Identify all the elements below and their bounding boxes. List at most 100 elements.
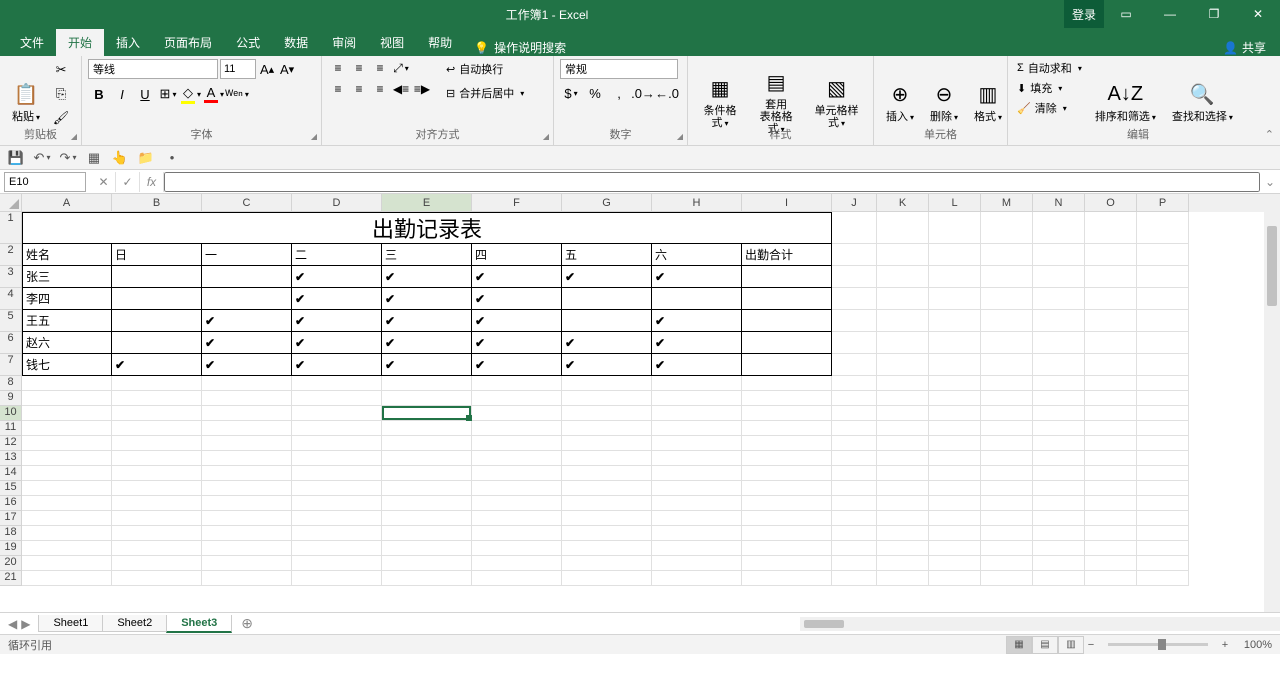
- percent-button[interactable]: %: [584, 82, 606, 104]
- cell-F15[interactable]: [472, 481, 562, 496]
- cell-C17[interactable]: [202, 511, 292, 526]
- cell-J11[interactable]: [832, 421, 877, 436]
- number-format-select[interactable]: [560, 59, 678, 79]
- cell-E8[interactable]: [382, 376, 472, 391]
- cell-J7[interactable]: [832, 354, 877, 376]
- cell-G10[interactable]: [562, 406, 652, 421]
- cell-J12[interactable]: [832, 436, 877, 451]
- cell-B19[interactable]: [112, 541, 202, 556]
- login-button[interactable]: 登录: [1064, 0, 1104, 28]
- cell-H5[interactable]: ✔: [652, 310, 742, 332]
- number-dialog-icon[interactable]: ◢: [677, 132, 683, 141]
- cell-J13[interactable]: [832, 451, 877, 466]
- cell-E3[interactable]: ✔: [382, 266, 472, 288]
- zoom-in-button[interactable]: +: [1218, 639, 1232, 651]
- cell-P3[interactable]: [1137, 266, 1189, 288]
- decrease-indent-button[interactable]: ◀≡: [391, 80, 411, 98]
- cell-E20[interactable]: [382, 556, 472, 571]
- cell-I11[interactable]: [742, 421, 832, 436]
- cell-P13[interactable]: [1137, 451, 1189, 466]
- underline-button[interactable]: U: [134, 83, 156, 105]
- cell-C18[interactable]: [202, 526, 292, 541]
- cell-P16[interactable]: [1137, 496, 1189, 511]
- cell-K2[interactable]: [877, 244, 929, 266]
- cell-J20[interactable]: [832, 556, 877, 571]
- cell-F16[interactable]: [472, 496, 562, 511]
- col-header-I[interactable]: I: [742, 194, 832, 212]
- cell-M19[interactable]: [981, 541, 1033, 556]
- cell-F3[interactable]: ✔: [472, 266, 562, 288]
- spreadsheet-grid[interactable]: ABCDEFGHIJKLMNOP 12345678910111213141516…: [0, 194, 1280, 612]
- collapse-ribbon-button[interactable]: ⌃: [1265, 128, 1274, 141]
- cell-C5[interactable]: ✔: [202, 310, 292, 332]
- cell-I14[interactable]: [742, 466, 832, 481]
- cell-F18[interactable]: [472, 526, 562, 541]
- cell-N13[interactable]: [1033, 451, 1085, 466]
- cell-C10[interactable]: [202, 406, 292, 421]
- comma-button[interactable]: ,: [608, 82, 630, 104]
- wrap-text-button[interactable]: ↩自动换行: [442, 59, 528, 79]
- cell-F7[interactable]: ✔: [472, 354, 562, 376]
- cell-D20[interactable]: [292, 556, 382, 571]
- cell-C2[interactable]: 一: [202, 244, 292, 266]
- cell-F6[interactable]: ✔: [472, 332, 562, 354]
- cell-K5[interactable]: [877, 310, 929, 332]
- cell-H21[interactable]: [652, 571, 742, 586]
- row-header-2[interactable]: 2: [0, 244, 22, 266]
- cell-H20[interactable]: [652, 556, 742, 571]
- insert-function-button[interactable]: fx: [140, 172, 164, 192]
- cell-K13[interactable]: [877, 451, 929, 466]
- cell-O18[interactable]: [1085, 526, 1137, 541]
- merge-button[interactable]: ⊟合并后居中: [442, 83, 528, 103]
- cell-N5[interactable]: [1033, 310, 1085, 332]
- cell-D19[interactable]: [292, 541, 382, 556]
- col-header-B[interactable]: B: [112, 194, 202, 212]
- tab-pagelayout[interactable]: 页面布局: [152, 29, 224, 56]
- row-header-1[interactable]: 1: [0, 212, 22, 244]
- cell-I9[interactable]: [742, 391, 832, 406]
- cell-O7[interactable]: [1085, 354, 1137, 376]
- formula-input[interactable]: [164, 172, 1260, 192]
- cell-F12[interactable]: [472, 436, 562, 451]
- cell-I3[interactable]: [742, 266, 832, 288]
- qat-btn-6[interactable]: 📁: [136, 148, 156, 168]
- cell-M3[interactable]: [981, 266, 1033, 288]
- cell-I4[interactable]: [742, 288, 832, 310]
- font-size-input[interactable]: [220, 59, 256, 79]
- cell-P8[interactable]: [1137, 376, 1189, 391]
- cell-O8[interactable]: [1085, 376, 1137, 391]
- cell-B21[interactable]: [112, 571, 202, 586]
- row-header-21[interactable]: 21: [0, 571, 22, 586]
- cell-P7[interactable]: [1137, 354, 1189, 376]
- cell-O19[interactable]: [1085, 541, 1137, 556]
- cell-E4[interactable]: ✔: [382, 288, 472, 310]
- cell-F4[interactable]: ✔: [472, 288, 562, 310]
- cell-O5[interactable]: [1085, 310, 1137, 332]
- close-button[interactable]: ✕: [1236, 0, 1280, 28]
- cell-M1[interactable]: [981, 212, 1033, 244]
- cell-L19[interactable]: [929, 541, 981, 556]
- cell-L11[interactable]: [929, 421, 981, 436]
- cell-M16[interactable]: [981, 496, 1033, 511]
- redo-button[interactable]: ↷: [58, 148, 78, 168]
- cell-J8[interactable]: [832, 376, 877, 391]
- cell-P18[interactable]: [1137, 526, 1189, 541]
- cell-M12[interactable]: [981, 436, 1033, 451]
- align-bottom-button[interactable]: ≡: [370, 59, 390, 77]
- cell-K9[interactable]: [877, 391, 929, 406]
- cell-M18[interactable]: [981, 526, 1033, 541]
- cell-A2[interactable]: 姓名: [22, 244, 112, 266]
- normal-view-button[interactable]: ▦: [1006, 636, 1032, 654]
- cell-O12[interactable]: [1085, 436, 1137, 451]
- cell-P21[interactable]: [1137, 571, 1189, 586]
- cell-N12[interactable]: [1033, 436, 1085, 451]
- cell-I16[interactable]: [742, 496, 832, 511]
- cell-M13[interactable]: [981, 451, 1033, 466]
- row-header-3[interactable]: 3: [0, 266, 22, 288]
- cell-K21[interactable]: [877, 571, 929, 586]
- cell-E11[interactable]: [382, 421, 472, 436]
- cell-G2[interactable]: 五: [562, 244, 652, 266]
- cell-N15[interactable]: [1033, 481, 1085, 496]
- cell-L21[interactable]: [929, 571, 981, 586]
- cell-J19[interactable]: [832, 541, 877, 556]
